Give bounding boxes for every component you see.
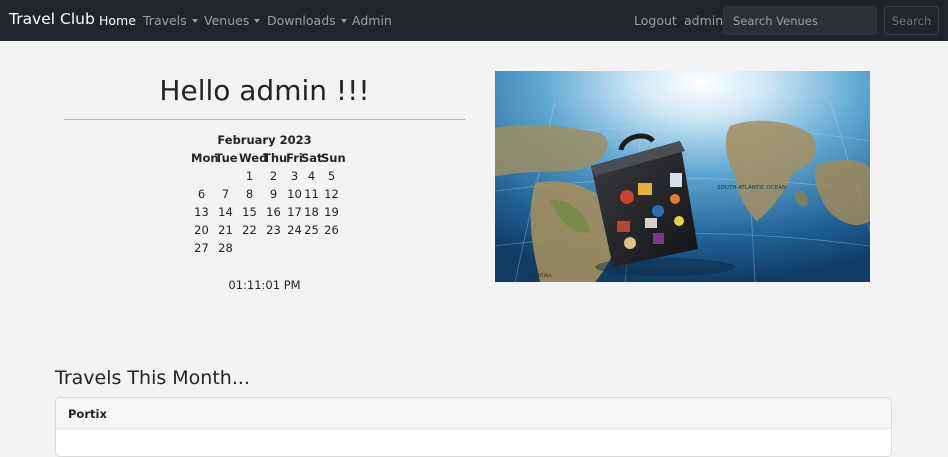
search-venues-input[interactable] bbox=[723, 6, 877, 35]
calendar-day: 12 bbox=[324, 187, 339, 201]
calendar-day: 27 bbox=[194, 241, 209, 255]
calendar-day: 21 bbox=[218, 223, 233, 237]
nav-venues-dropdown[interactable]: Venues bbox=[204, 13, 261, 28]
nav-home[interactable]: Home bbox=[99, 13, 136, 28]
weekday-label: Sun bbox=[321, 151, 346, 165]
calendar-day: 26 bbox=[324, 223, 339, 237]
greeting-heading: Hello admin !!! bbox=[159, 74, 370, 107]
top-navbar: Travel Club Home Travels Venues Download… bbox=[0, 0, 948, 41]
nav-downloads-dropdown[interactable]: Downloads bbox=[267, 13, 347, 28]
calendar-day: 9 bbox=[269, 187, 278, 201]
calendar-day: 18 bbox=[304, 205, 319, 219]
nav-downloads-label: Downloads bbox=[267, 13, 336, 28]
calendar-week-row: 6 7 8 9 10 11 12 bbox=[191, 187, 339, 205]
calendar-week-row: 27 28 bbox=[191, 241, 338, 259]
calendar-weekday-header: Mon Tue Wed Thu Fri Sat Sun bbox=[191, 151, 346, 169]
calendar-month-title: February 2023 bbox=[217, 133, 312, 147]
clock-time: 01:11:01 PM bbox=[228, 278, 301, 292]
weekday-label: Thu bbox=[263, 151, 288, 165]
map-label-ocean: SOUTH ATLANTIC OCEAN bbox=[717, 185, 786, 191]
calendar-day: 6 bbox=[197, 187, 206, 201]
map-label-country: ARGENTINA bbox=[525, 273, 552, 279]
section-title-travels: Travels This Month... bbox=[55, 367, 250, 389]
calendar-day: 16 bbox=[266, 205, 281, 219]
calendar-day: 1 bbox=[245, 169, 254, 183]
calendar-day: 19 bbox=[324, 205, 339, 219]
chevron-down-icon bbox=[191, 19, 198, 23]
logout-link[interactable]: Logout bbox=[634, 13, 677, 28]
weekday-label: Tue bbox=[215, 151, 238, 165]
nav-admin[interactable]: Admin bbox=[352, 13, 392, 28]
calendar-day: 20 bbox=[194, 223, 209, 237]
calendar-day: 5 bbox=[327, 169, 336, 183]
nav-venues-label: Venues bbox=[204, 13, 250, 28]
travel-card-header: Portix bbox=[56, 398, 891, 429]
calendar-day: 2 bbox=[269, 169, 278, 183]
calendar-week-row: 12345 bbox=[191, 169, 338, 187]
calendar-day: 11 bbox=[304, 187, 319, 201]
weekday-label: Sat bbox=[301, 151, 323, 165]
current-user-link[interactable]: admin bbox=[684, 13, 723, 28]
hero-suitcase-image: SOUTH ATLANTIC OCEAN ARGENTINA bbox=[495, 71, 870, 282]
calendar-day: 28 bbox=[218, 241, 233, 255]
nav-travels-dropdown[interactable]: Travels bbox=[143, 13, 198, 28]
calendar-day: 15 bbox=[242, 205, 257, 219]
calendar-day: 14 bbox=[218, 205, 233, 219]
weekday-label: Wed bbox=[239, 151, 268, 165]
world-map-suitcase-illustration: SOUTH ATLANTIC OCEAN ARGENTINA bbox=[495, 71, 870, 282]
calendar-day: 23 bbox=[266, 223, 281, 237]
calendar-day: 4 bbox=[307, 169, 316, 183]
calendar-day: 13 bbox=[194, 205, 209, 219]
navbar-brand[interactable]: Travel Club bbox=[9, 10, 95, 28]
calendar-day: 8 bbox=[245, 187, 254, 201]
weekday-label: Mon bbox=[191, 151, 219, 165]
calendar-week-row: 20 21 22 23 24 25 26 bbox=[191, 223, 339, 241]
chevron-down-icon bbox=[340, 19, 347, 23]
chevron-down-icon bbox=[254, 19, 261, 23]
divider bbox=[64, 119, 465, 120]
search-button[interactable]: Search bbox=[884, 6, 939, 35]
travel-card[interactable]: Portix bbox=[55, 397, 892, 457]
nav-travels-label: Travels bbox=[143, 13, 187, 28]
calendar-day: 22 bbox=[242, 223, 257, 237]
calendar-day: 7 bbox=[221, 187, 230, 201]
calendar-week-row: 13 14 15 16 17 18 19 bbox=[191, 205, 339, 223]
calendar-day: 25 bbox=[304, 223, 319, 237]
